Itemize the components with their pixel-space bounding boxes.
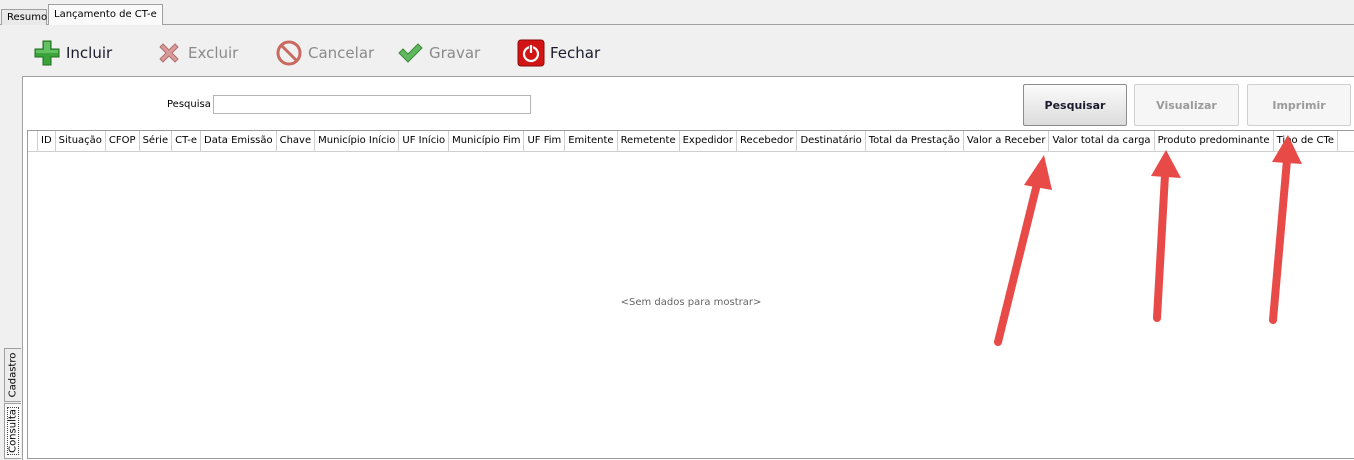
column-header[interactable]: CFOP	[106, 131, 140, 151]
row-indicator-header	[28, 131, 38, 151]
column-header[interactable]: Município Fim	[449, 131, 525, 151]
tab-cadastro-label: Cadastro	[7, 352, 19, 398]
cancel-icon	[274, 38, 304, 68]
incluir-button[interactable]: Incluir	[32, 39, 112, 67]
tab-consulta[interactable]: Consulta	[4, 403, 21, 459]
column-header[interactable]: Emitente	[565, 131, 618, 151]
column-header[interactable]: Remetente	[618, 131, 680, 151]
visualizar-button[interactable]: Visualizar	[1134, 84, 1239, 126]
side-tab-strip: Cadastro Consulta	[0, 76, 22, 460]
column-header[interactable]: Série	[140, 131, 173, 151]
column-header[interactable]: CT-e	[172, 131, 202, 151]
column-header[interactable]: Total da Prestação	[866, 131, 964, 151]
pesquisar-button[interactable]: Pesquisar	[1023, 84, 1127, 126]
column-header[interactable]: Valor a Receber	[964, 131, 1050, 151]
column-header[interactable]: Recebedor	[737, 131, 798, 151]
incluir-label: Incluir	[66, 44, 113, 62]
power-off-icon	[516, 38, 546, 68]
fechar-label: Fechar	[550, 44, 601, 62]
column-header[interactable]: Destinatário	[797, 131, 866, 151]
checkmark-icon	[395, 38, 425, 68]
column-header[interactable]: Situação	[56, 131, 106, 151]
gravar-label: Gravar	[429, 44, 481, 62]
document-tab-strip: Resumo Lançamento de CT-e	[0, 0, 1354, 25]
cancelar-button[interactable]: Cancelar	[274, 39, 374, 67]
column-header[interactable]: UF Início	[399, 131, 450, 151]
tab-consulta-label: Consulta	[7, 409, 19, 453]
results-grid[interactable]: ID Situação CFOP Série CT-e Data Emissão…	[27, 130, 1354, 459]
delete-x-icon	[154, 38, 184, 68]
excluir-label: Excluir	[188, 44, 239, 62]
column-header[interactable]: Produto predominante	[1155, 131, 1274, 151]
column-header[interactable]: Município Início	[315, 131, 400, 151]
search-input[interactable]	[213, 95, 531, 114]
column-header[interactable]: Chave	[277, 131, 316, 151]
column-header[interactable]: UF Fim	[524, 131, 566, 151]
column-header[interactable]: Data Emissão	[201, 131, 277, 151]
column-header[interactable]: Tipo de CTe	[1274, 131, 1339, 151]
fechar-button[interactable]: Fechar	[516, 39, 600, 67]
grid-header: ID Situação CFOP Série CT-e Data Emissão…	[28, 131, 1354, 152]
column-header[interactable]: Valor total da carga	[1049, 131, 1155, 151]
imprimir-button[interactable]: Imprimir	[1247, 84, 1351, 126]
tab-lancamento-cte[interactable]: Lançamento de CT-e	[48, 4, 163, 25]
gravar-button[interactable]: Gravar	[395, 39, 480, 67]
excluir-button[interactable]: Excluir	[154, 39, 238, 67]
search-label: Pesquisa	[167, 99, 211, 110]
toolbar: Incluir Excluir Cancelar Gravar Fechar	[22, 26, 1354, 76]
column-header[interactable]: Expedidor	[680, 131, 738, 151]
plus-icon	[32, 38, 62, 68]
tab-resumo[interactable]: Resumo	[1, 9, 47, 25]
tab-cadastro[interactable]: Cadastro	[4, 348, 21, 402]
column-header[interactable]: ID	[38, 131, 56, 151]
empty-grid-message: <Sem dados para mostrar>	[620, 297, 762, 308]
cancelar-label: Cancelar	[308, 44, 375, 62]
consulta-panel: Pesquisa Pesquisar Visualizar Imprimir I…	[22, 76, 1354, 460]
